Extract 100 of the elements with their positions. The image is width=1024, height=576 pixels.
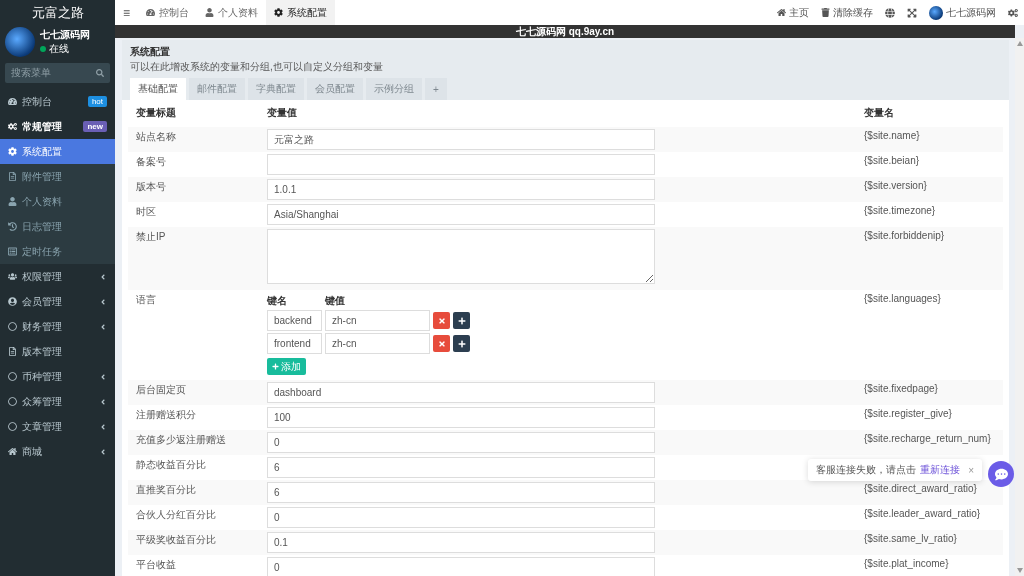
add-row-button[interactable] (453, 335, 470, 352)
chevron-icon (99, 447, 107, 456)
document-icon (8, 347, 17, 356)
home-icon (8, 447, 17, 456)
variable-name: {$site.beian} (864, 154, 921, 168)
value-header: 键值 (325, 294, 346, 308)
panel-title: 系统配置 (130, 45, 171, 59)
variable-title: 语言 (136, 293, 157, 307)
variable-title: 版本号 (136, 180, 167, 194)
chevron-icon (99, 372, 107, 381)
add-row-button[interactable] (453, 312, 470, 329)
sidebar-item[interactable]: 众筹管理 (0, 389, 115, 414)
users-icon (8, 272, 17, 281)
variable-title: 静态收益百分比 (136, 458, 207, 472)
variable-name: {$site.languages} (864, 292, 942, 306)
variable-name: {$site.name} (864, 129, 921, 143)
variable-title: 备案号 (136, 155, 167, 169)
variable-title: 站点名称 (136, 130, 177, 144)
close-icon (437, 339, 446, 348)
search-icon (96, 69, 104, 77)
variable-title: 平级奖收益百分比 (136, 533, 217, 547)
key-input[interactable]: frontend (267, 333, 322, 354)
sidebar-item[interactable]: 币种管理 (0, 364, 115, 389)
user-name: 七七源码网 (40, 28, 90, 42)
sidebar-item[interactable]: 常规管理 new (0, 114, 115, 139)
value-input[interactable]: zh-cn (325, 310, 430, 331)
variable-name: {$site.plat_income} (864, 557, 950, 571)
nav-tab[interactable]: 系统配置 (266, 0, 335, 25)
panel-description: 可以在此增改系统的变量和分组,也可以自定义分组和变量 (130, 60, 384, 74)
sidebar-item[interactable]: 文章管理 (0, 414, 115, 439)
variable-name: {$site.recharge_return_num} (864, 432, 992, 446)
sidebar-subitem[interactable]: 附件管理 (0, 164, 115, 189)
sidebar-item[interactable]: 会员管理 (0, 289, 115, 314)
history-icon (8, 222, 17, 231)
variable-name: {$site.register_give} (864, 407, 953, 421)
value-input[interactable]: 100 (267, 407, 655, 428)
sidebar-item[interactable]: 版本管理 (0, 339, 115, 364)
column-header: 变量值 (267, 106, 298, 120)
chevron-icon (99, 297, 107, 306)
sidebar-item[interactable]: 财务管理 (0, 314, 115, 339)
variable-title: 后台固定页 (136, 383, 187, 397)
value-input[interactable]: 6 (267, 457, 655, 478)
value-input[interactable]: 0 (267, 507, 655, 528)
globe-icon (885, 7, 895, 18)
nav-link[interactable]: 清除缓存 (821, 5, 873, 20)
variable-name: {$site.fixedpage} (864, 382, 939, 396)
settings-icon (274, 8, 283, 17)
value-input[interactable]: 元富之路 (267, 129, 655, 150)
value-input[interactable]: 6 (267, 482, 655, 503)
value-input[interactable]: 0.1 (267, 532, 655, 553)
toast-message: 客服连接失败，请点击 (816, 463, 917, 477)
value-input[interactable]: zh-cn (325, 333, 430, 354)
user-status: 在线 (49, 42, 69, 56)
sidebar-badge: new (83, 121, 107, 132)
sidebar-subitem[interactable]: 日志管理 (0, 214, 115, 239)
value-input[interactable]: 0 (267, 557, 655, 576)
sidebar-item[interactable]: 控制台 hot (0, 89, 115, 114)
key-input[interactable]: backend (267, 310, 322, 331)
sidebar-item[interactable]: 商城 (0, 439, 115, 464)
gears-icon (1008, 7, 1018, 18)
config-tab[interactable]: 基础配置 (130, 78, 186, 100)
sidebar-subitem[interactable]: 系统配置 (0, 139, 115, 164)
scrollbar[interactable] (1015, 38, 1024, 576)
variable-name: {$site.forbiddenip} (864, 229, 946, 243)
value-input[interactable]: 1.0.1 (267, 179, 655, 200)
sidebar-subitem[interactable]: 个人资料 (0, 189, 115, 214)
variable-name: {$site.direct_award_ratio} (864, 482, 978, 496)
gauge-icon (146, 8, 155, 17)
settings-icon (8, 147, 17, 156)
sidebar-badge: hot (87, 96, 107, 107)
variable-name: {$site.timezone} (864, 204, 937, 218)
variable-title: 平台收益 (136, 558, 177, 572)
chevron-icon (99, 272, 107, 281)
nav-link[interactable]: 主页 (777, 5, 809, 20)
sidebar-item[interactable]: 权限管理 (0, 264, 115, 289)
value-input[interactable]: dashboard (267, 382, 655, 403)
plus-icon (457, 316, 466, 325)
remove-button[interactable] (433, 312, 450, 329)
search-field[interactable]: 搜索菜单 (5, 63, 110, 83)
plus-icon (272, 363, 279, 370)
key-header: 键名 (267, 294, 288, 308)
variable-title: 时区 (136, 205, 157, 219)
value-input[interactable] (267, 154, 655, 175)
trash-icon (821, 8, 830, 17)
menu-toggle[interactable]: ≡ (115, 5, 138, 20)
sidebar-subitem[interactable]: 定时任务 (0, 239, 115, 264)
remove-button[interactable] (433, 335, 450, 352)
scroll-down-icon[interactable] (1016, 568, 1023, 573)
fullscreen-icon (907, 7, 917, 18)
user-menu[interactable]: 七七源码网 (929, 5, 996, 20)
chat-icon (994, 467, 1008, 481)
scroll-up-icon[interactable] (1016, 41, 1023, 46)
variable-title: 充值多少返注册赠送 (136, 433, 227, 447)
reconnect-link[interactable]: 重新连接 (920, 463, 961, 477)
variable-name: {$site.same_lv_ratio} (864, 532, 958, 546)
variable-title: 合伙人分红百分比 (136, 508, 217, 522)
value-input[interactable]: Asia/Shanghai (267, 204, 655, 225)
value-input[interactable]: 0 (267, 432, 655, 453)
user-avatar (5, 27, 35, 57)
variable-title: 注册赠送积分 (136, 408, 197, 422)
